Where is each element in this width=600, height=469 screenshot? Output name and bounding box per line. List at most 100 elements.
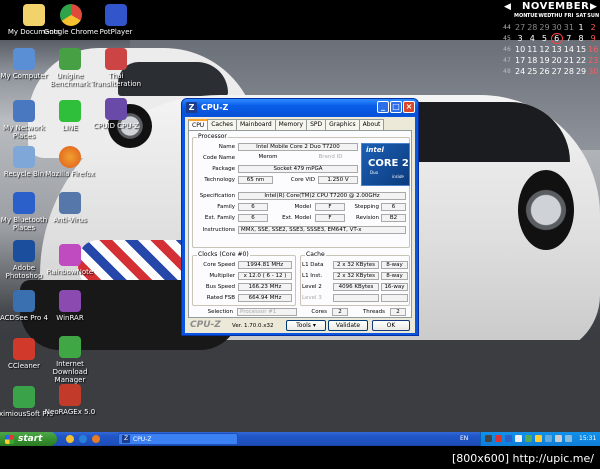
- codename-field: Merom: [258, 154, 278, 160]
- cpuz-window: Z CPU-Z _ □ × CPU Caches Mainboard Memor…: [181, 98, 419, 336]
- ext-family-field: 6: [238, 214, 268, 222]
- cpuz-logo-icon: Z: [122, 435, 130, 443]
- calendar-week: 48 24 25 26 27 28 29 30: [503, 66, 599, 76]
- cpuz-titlebar[interactable]: Z CPU-Z _ □ ×: [182, 99, 418, 116]
- neoragex-icon: [59, 384, 81, 406]
- technology-field: 65 nm: [238, 176, 273, 184]
- l2-way-field: 16-way: [381, 283, 408, 291]
- desktop-icon-rainbow[interactable]: RainbowNote: [40, 244, 100, 276]
- l3-way-field: [381, 294, 408, 302]
- line-icon[interactable]: [525, 435, 532, 442]
- l2-field: 4096 KBytes: [333, 283, 379, 291]
- package-field: Socket 479 mPGA: [238, 165, 358, 173]
- ccleaner-icon: [13, 338, 35, 360]
- desktop-icon-neoragex[interactable]: NeoRAGEx 5.0: [40, 384, 100, 416]
- calendar-prev-button[interactable]: ◀: [504, 2, 511, 12]
- calendar-week: 45 3 4 5 6 7 8 9: [503, 32, 596, 44]
- winrar-icon: [59, 290, 81, 312]
- ext-model-field: F: [315, 214, 345, 222]
- cpu-tab-panel: Processor Name Intel Mobile Core 2 Duo T…: [188, 130, 412, 318]
- chrome-icon[interactable]: [66, 435, 74, 443]
- l1-data-field: 2 x 32 KBytes: [333, 261, 379, 269]
- cache-group: Cache L1 Data 2 x 32 KBytes 8-way L1 Ins…: [300, 251, 410, 306]
- desktop-icon-winrar[interactable]: WinRAR: [40, 290, 100, 322]
- line-icon: [59, 100, 81, 122]
- thai-icon: [105, 48, 127, 70]
- firefox-icon[interactable]: [92, 435, 100, 443]
- clock[interactable]: 15:31: [579, 435, 596, 442]
- version-label: Ver. 1.70.0.x32: [232, 323, 274, 329]
- revision-field: B2: [381, 214, 406, 222]
- calendar-widget: ◀ NOVEMBER ▶ MON TUE WED THU FRI SAT SUN…: [500, 0, 600, 92]
- calendar-week: 47 17 18 19 20 21 22 23: [503, 55, 599, 65]
- safely-remove-icon[interactable]: [565, 435, 572, 442]
- core-speed-field: 1994.81 MHz: [238, 261, 292, 269]
- bluetooth-icon[interactable]: [505, 435, 512, 442]
- system-tray: 15:31: [480, 432, 600, 446]
- core-vid-field: 1.250 V: [318, 176, 358, 184]
- windows-logo-icon: [5, 434, 14, 444]
- tab-about[interactable]: About: [358, 119, 385, 130]
- cpuz-footer: CPU-Z Ver. 1.70.0.x32 Tools ▾ Validate O…: [188, 320, 412, 332]
- cpuz-body: CPU Caches Mainboard Memory SPD Graphics…: [185, 117, 415, 333]
- desktop-icon-antivirus[interactable]: Anti-Virus: [40, 192, 100, 224]
- tab-memory[interactable]: Memory: [274, 119, 308, 130]
- antivirus-icon[interactable]: [495, 435, 502, 442]
- brand-id-label: Brand ID: [318, 154, 343, 160]
- tab-mainboard[interactable]: Mainboard: [236, 119, 276, 130]
- ie-icon[interactable]: [79, 435, 87, 443]
- close-button[interactable]: ×: [403, 101, 415, 113]
- model-field: F: [315, 203, 345, 211]
- chrome-icon: [60, 4, 82, 26]
- desktop-icon-thai[interactable]: Thai Transliteration: [86, 48, 146, 88]
- chevron-down-icon: ▾: [312, 322, 316, 329]
- desktop-icon-firefox[interactable]: Mozilla Firefox: [40, 146, 100, 178]
- desktop-icon-potplayer[interactable]: PotPlayer: [86, 4, 146, 36]
- tab-graphics[interactable]: Graphics: [325, 119, 360, 130]
- l3-field: [333, 294, 379, 302]
- window-title: CPU-Z: [201, 103, 229, 112]
- minimize-button[interactable]: _: [377, 101, 389, 113]
- recycle-bin-icon: [13, 146, 35, 168]
- calendar-month: NOVEMBER: [522, 1, 590, 12]
- eximious-icon: [13, 386, 35, 408]
- calendar-next-button[interactable]: ▶: [590, 2, 597, 12]
- language-indicator[interactable]: EN: [460, 435, 468, 442]
- calendar-today[interactable]: 6: [550, 32, 563, 44]
- potplayer-icon: [105, 4, 127, 26]
- taskbar: start Z CPU-Z EN 15:31: [0, 432, 600, 446]
- maximize-button[interactable]: □: [390, 101, 402, 113]
- rated-fsb-field: 664.94 MHz: [238, 294, 292, 302]
- cores-field: 2: [332, 308, 348, 316]
- desktop-icon-cpuz[interactable]: CPUID CPU-Z: [86, 98, 146, 130]
- tools-button[interactable]: Tools ▾: [286, 320, 326, 331]
- family-field: 6: [238, 203, 268, 211]
- calendar-weekdays: MON TUE WED THU FRI SAT SUN: [514, 13, 600, 19]
- bluetooth-icon: [13, 192, 35, 214]
- taskbar-item-cpuz[interactable]: Z CPU-Z: [118, 433, 238, 445]
- volume-icon[interactable]: [555, 435, 562, 442]
- l1-data-way-field: 8-way: [381, 261, 408, 269]
- tab-caches[interactable]: Caches: [207, 119, 237, 130]
- cpuz-logo-icon: Z: [186, 102, 197, 113]
- computer-icon: [13, 48, 35, 70]
- threads-field: 2: [390, 308, 406, 316]
- start-button[interactable]: start: [0, 432, 57, 446]
- ok-button[interactable]: OK: [372, 320, 410, 331]
- desktop-icon-idm[interactable]: Internet Download Manager: [40, 336, 100, 384]
- intel-core2-duo-logo: intel CORE 2 Duo inside: [361, 143, 410, 186]
- watermark: [800x600] http://upic.me/: [451, 452, 594, 465]
- network-icon[interactable]: [485, 435, 492, 442]
- antivirus-icon: [59, 192, 81, 214]
- processor-select[interactable]: Processor #1: [237, 308, 297, 316]
- name-field: Intel Mobile Core 2 Duo T7200: [238, 143, 358, 151]
- idm-icon: [59, 336, 81, 358]
- display-icon[interactable]: [545, 435, 552, 442]
- power-icon[interactable]: [535, 435, 542, 442]
- tab-spd[interactable]: SPD: [306, 119, 327, 130]
- rainbow-icon: [59, 244, 81, 266]
- acdsee-icon: [13, 290, 35, 312]
- stepping-field: 6: [381, 203, 406, 211]
- validate-button[interactable]: Validate: [328, 320, 368, 331]
- calendar-icon[interactable]: [515, 435, 522, 442]
